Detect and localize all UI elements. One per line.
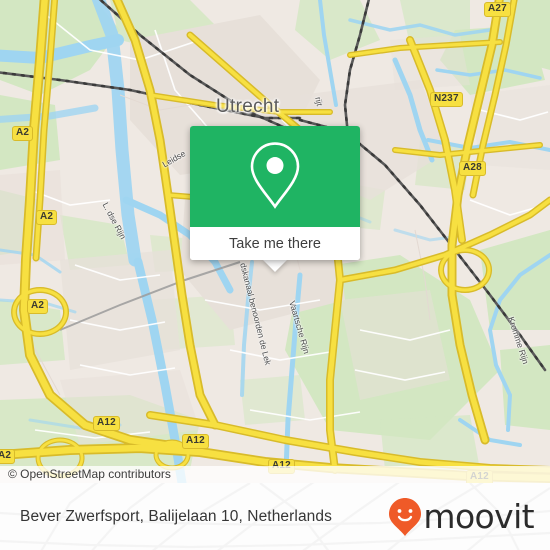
footer-bar: Bever Zwerfsport, Balijelaan 10, Netherl… [0, 483, 550, 550]
location-callout-card[interactable]: Take me there [190, 126, 360, 260]
moovit-logo[interactable]: moovit [388, 483, 535, 550]
road-shield-a12: A12 [93, 416, 120, 431]
road-shield-a2: A2 [0, 449, 16, 464]
callout-marker-area [190, 126, 360, 227]
place-address: Bever Zwerfsport, Balijelaan 10, Netherl… [20, 507, 332, 525]
map-attribution-text[interactable]: © OpenStreetMap contributors [8, 467, 171, 481]
road-shield-a2: A2 [27, 299, 49, 314]
moovit-pin-smiley-icon [389, 497, 422, 536]
road-shield-n237: N237 [430, 92, 463, 107]
map-city-label: Utrecht [216, 96, 280, 117]
road-shield-a28: A28 [459, 161, 486, 176]
take-me-there-button[interactable]: Take me there [190, 227, 360, 260]
moovit-wordmark: moovit [423, 497, 534, 536]
road-shield-a2: A2 [36, 210, 58, 225]
map-pin-icon [250, 141, 300, 209]
road-shield-a27: A27 [484, 2, 511, 17]
take-me-there-label: Take me there [229, 235, 321, 252]
moovit-map-screenshot: Utrecht Leidse L. dse Rijn dskanaal beno… [0, 0, 550, 550]
callout-pointer [262, 259, 288, 272]
map-attribution-bar: © OpenStreetMap contributors [0, 466, 550, 483]
road-shield-a2: A2 [12, 126, 34, 141]
road-shield-a12: A12 [182, 434, 209, 449]
